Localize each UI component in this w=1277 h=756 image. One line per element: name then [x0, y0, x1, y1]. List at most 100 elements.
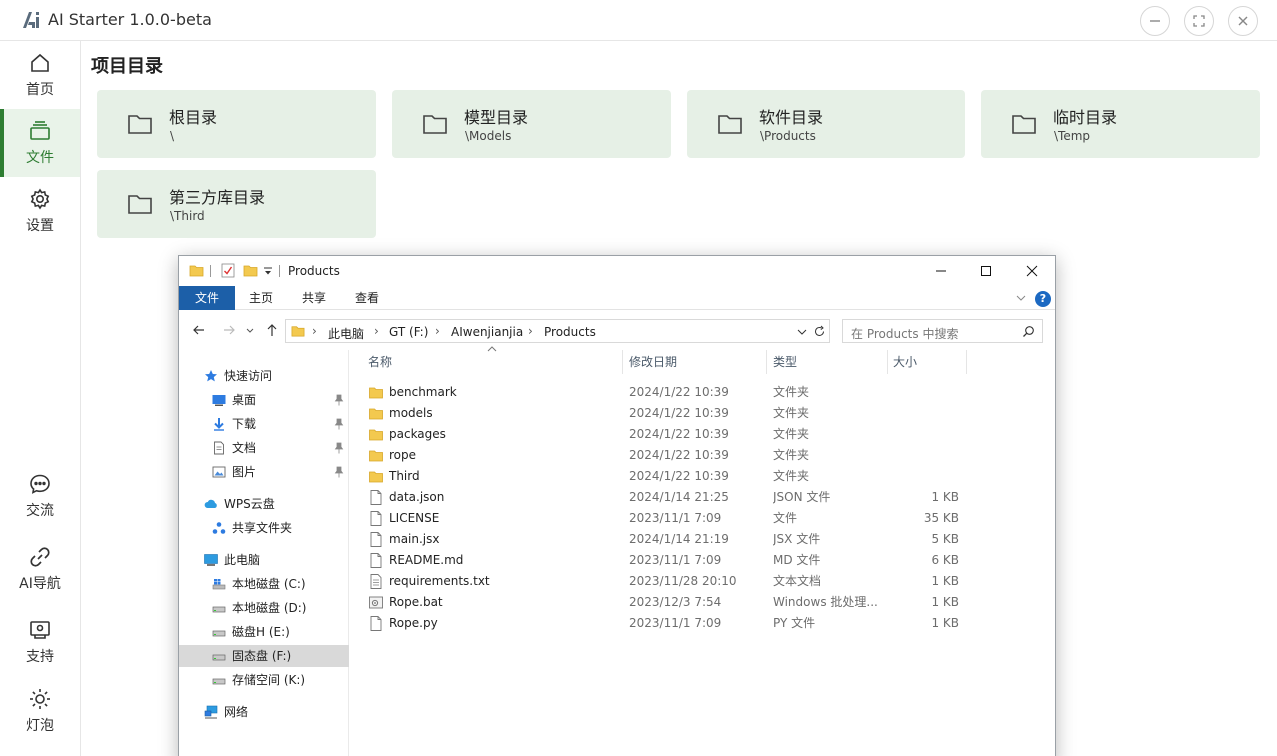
- maximize-button[interactable]: [1184, 6, 1214, 36]
- breadcrumb-item[interactable]: 此电脑: [328, 325, 364, 342]
- breadcrumb-item[interactable]: AIwenjianjia: [451, 325, 523, 339]
- column-divider[interactable]: [966, 350, 967, 374]
- search-input[interactable]: 在 Products 中搜索: [842, 319, 1043, 343]
- file-row[interactable]: benchmark 2024/1/22 10:39 文件夹: [350, 382, 1055, 403]
- quick-access-dropdown-icon[interactable]: [263, 266, 273, 276]
- file-date: 2024/1/22 10:39: [629, 469, 729, 483]
- nav-quick-access[interactable]: 快速访问: [179, 365, 349, 387]
- file-row[interactable]: rope 2024/1/22 10:39 文件夹: [350, 445, 1055, 466]
- column-divider[interactable]: [622, 350, 623, 374]
- file-row[interactable]: packages 2024/1/22 10:39 文件夹: [350, 424, 1055, 445]
- drive-icon: [212, 630, 226, 637]
- column-header-name[interactable]: 名称: [368, 350, 392, 374]
- back-arrow-icon[interactable]: [191, 322, 207, 338]
- column-divider[interactable]: [766, 350, 767, 374]
- search-icon[interactable]: [1022, 325, 1035, 338]
- sidebar-item-settings[interactable]: 设置: [0, 177, 80, 245]
- refresh-icon[interactable]: [813, 325, 826, 338]
- sidebar-item-ai-nav[interactable]: AI导航: [0, 535, 80, 603]
- explorer-minimize-button[interactable]: [918, 256, 964, 286]
- drive-icon: [212, 606, 226, 613]
- file-row[interactable]: data.json 2024/1/14 21:25 JSON 文件 1 KB: [350, 487, 1055, 508]
- folder-icon: [369, 429, 383, 441]
- nav-drive-c[interactable]: 本地磁盘 (C:): [179, 573, 349, 595]
- file-name: packages: [389, 427, 446, 441]
- pin-icon[interactable]: [334, 394, 344, 406]
- sidebar-item-label: 交流: [26, 503, 54, 519]
- drive-icon: [212, 678, 226, 685]
- dir-card-name: 根目录: [169, 108, 218, 127]
- file-type: 文件夹: [773, 406, 810, 420]
- breadcrumb-item[interactable]: GT (F:): [389, 325, 428, 339]
- sidebar-item-home[interactable]: 首页: [0, 41, 80, 109]
- chevron-down-icon[interactable]: [1015, 292, 1027, 304]
- up-arrow-icon[interactable]: [264, 322, 280, 338]
- dir-card-models[interactable]: 模型目录 \Models: [392, 90, 671, 158]
- nav-documents[interactable]: 文档: [179, 437, 349, 459]
- nav-desktop[interactable]: 桌面: [179, 389, 349, 411]
- forward-arrow-icon[interactable]: [221, 322, 237, 338]
- dir-card-temp[interactable]: 临时目录 \Temp: [981, 90, 1260, 158]
- nav-network[interactable]: 网络: [179, 701, 349, 723]
- nav-shared-folder[interactable]: 共享文件夹: [179, 517, 349, 539]
- column-header-type[interactable]: 类型: [773, 350, 797, 374]
- file-row[interactable]: models 2024/1/22 10:39 文件夹: [350, 403, 1055, 424]
- ribbon-tab-view[interactable]: 查看: [347, 286, 387, 310]
- pin-icon[interactable]: [334, 466, 344, 478]
- column-header-size[interactable]: 大小: [893, 350, 917, 374]
- dir-card-root[interactable]: 根目录 \: [97, 90, 376, 158]
- pin-icon[interactable]: [334, 442, 344, 454]
- nav-downloads[interactable]: 下载: [179, 413, 349, 435]
- recent-locations-chevron-icon[interactable]: [245, 322, 255, 338]
- file-row[interactable]: main.jsx 2024/1/14 21:19 JSX 文件 5 KB: [350, 529, 1055, 550]
- file-row[interactable]: Rope.py 2023/11/1 7:09 PY 文件 1 KB: [350, 613, 1055, 634]
- new-folder-icon[interactable]: [243, 263, 258, 278]
- windows-drive-icon: [212, 579, 226, 590]
- nav-drive-d[interactable]: 本地磁盘 (D:): [179, 597, 349, 619]
- column-divider[interactable]: [887, 350, 888, 374]
- sidebar-item-support[interactable]: 支持: [0, 608, 80, 676]
- column-header-date[interactable]: 修改日期: [629, 350, 677, 374]
- file-row[interactable]: Rope.bat 2023/12/3 7:54 Windows 批处理... 1 KB: [350, 592, 1055, 613]
- file-type: MD 文件: [773, 553, 821, 567]
- properties-icon[interactable]: [221, 263, 235, 278]
- close-icon: [1238, 16, 1248, 26]
- ribbon-tab-share[interactable]: 共享: [294, 286, 334, 310]
- nav-wps-cloud[interactable]: WPS云盘: [179, 493, 349, 515]
- ribbon-tab-file[interactable]: 文件: [179, 286, 235, 310]
- nav-drive-e[interactable]: 磁盘H (E:): [179, 621, 349, 643]
- minimize-button[interactable]: [1140, 6, 1170, 36]
- file-row[interactable]: requirements.txt 2023/11/28 20:10 文本文档 1 KB: [350, 571, 1055, 592]
- address-dropdown-icon[interactable]: [797, 327, 807, 337]
- folder-icon: [423, 115, 447, 134]
- app-title: AI Starter 1.0.0-beta: [48, 10, 212, 29]
- file-row[interactable]: Third 2024/1/22 10:39 文件夹: [350, 466, 1055, 487]
- dir-card-third[interactable]: 第三方库目录 \Third: [97, 170, 376, 238]
- sidebar-item-files[interactable]: 文件: [0, 109, 80, 177]
- explorer-close-button[interactable]: [1009, 256, 1055, 286]
- ribbon-tab-home[interactable]: 主页: [241, 286, 281, 310]
- sidebar: 首页 文件 设置 交流 AI导航 支持 灯泡: [0, 41, 81, 756]
- explorer-ribbon: 文件 主页 共享 查看 ?: [179, 286, 1055, 310]
- text-file-icon: [370, 574, 382, 589]
- dir-card-products[interactable]: 软件目录 \Products: [687, 90, 965, 158]
- dir-card-name: 模型目录: [464, 108, 529, 127]
- file-row[interactable]: README.md 2023/11/1 7:09 MD 文件 6 KB: [350, 550, 1055, 571]
- nav-drive-f[interactable]: 固态盘 (F:): [179, 645, 349, 667]
- pin-icon[interactable]: [334, 418, 344, 430]
- nav-this-pc[interactable]: 此电脑: [179, 549, 349, 571]
- help-button[interactable]: ?: [1035, 291, 1051, 307]
- breadcrumb-separator: ›: [374, 324, 379, 338]
- app-titlebar: AI Starter 1.0.0-beta: [0, 0, 1277, 41]
- explorer-maximize-button[interactable]: [963, 256, 1009, 286]
- close-button[interactable]: [1228, 6, 1258, 36]
- file-row[interactable]: LICENSE 2023/11/1 7:09 文件 35 KB: [350, 508, 1055, 529]
- nav-drive-k[interactable]: 存储空间 (K:): [179, 669, 349, 691]
- address-bar[interactable]: › 此电脑 › GT (F:) › AIwenjianjia › Product…: [285, 319, 830, 343]
- toolbar-divider: [279, 265, 280, 277]
- dir-card-path: \: [170, 129, 175, 143]
- nav-pictures[interactable]: 图片: [179, 461, 349, 483]
- breadcrumb-item[interactable]: Products: [544, 325, 596, 339]
- sidebar-item-bulb[interactable]: 灯泡: [0, 677, 80, 745]
- sidebar-item-chat[interactable]: 交流: [0, 462, 80, 530]
